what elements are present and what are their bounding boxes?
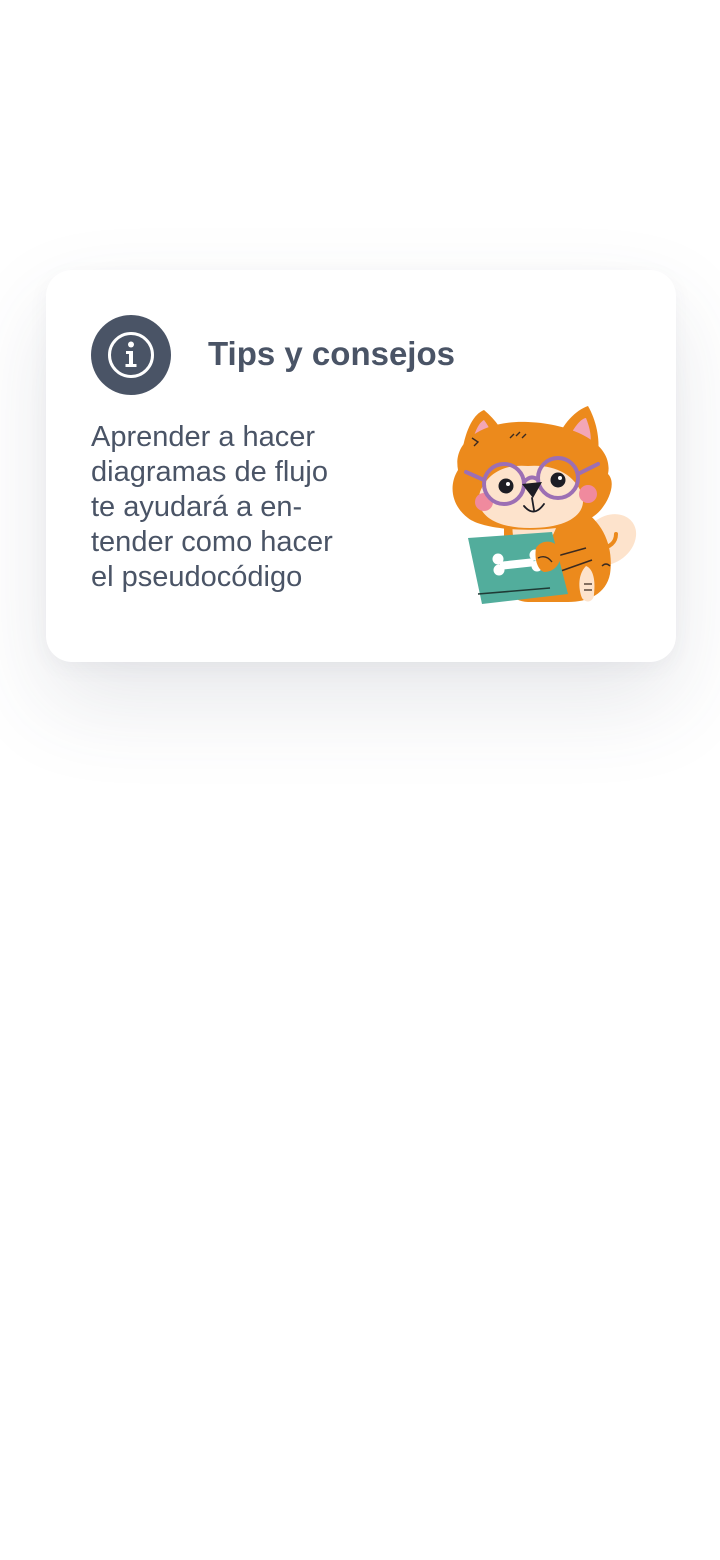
body-line: tender como hacer: [91, 526, 333, 558]
tips-card: Tips y consejos Aprender a hacer diagram…: [46, 270, 676, 662]
screen: Tips y consejos Aprender a hacer diagram…: [0, 0, 720, 1560]
card-title: Tips y consejos: [208, 335, 455, 372]
card-body-text: Aprender a hacer diagramas de flujo te a…: [91, 420, 391, 595]
body-line: Aprender a hacer: [91, 421, 316, 453]
info-icon: [91, 315, 171, 395]
dog-with-laptop-illustration: [452, 406, 637, 604]
body-line: diagramas de flujo: [91, 456, 328, 488]
body-line: te ayudará a en-: [91, 491, 303, 523]
body-line: el pseudocódigo: [91, 561, 303, 593]
